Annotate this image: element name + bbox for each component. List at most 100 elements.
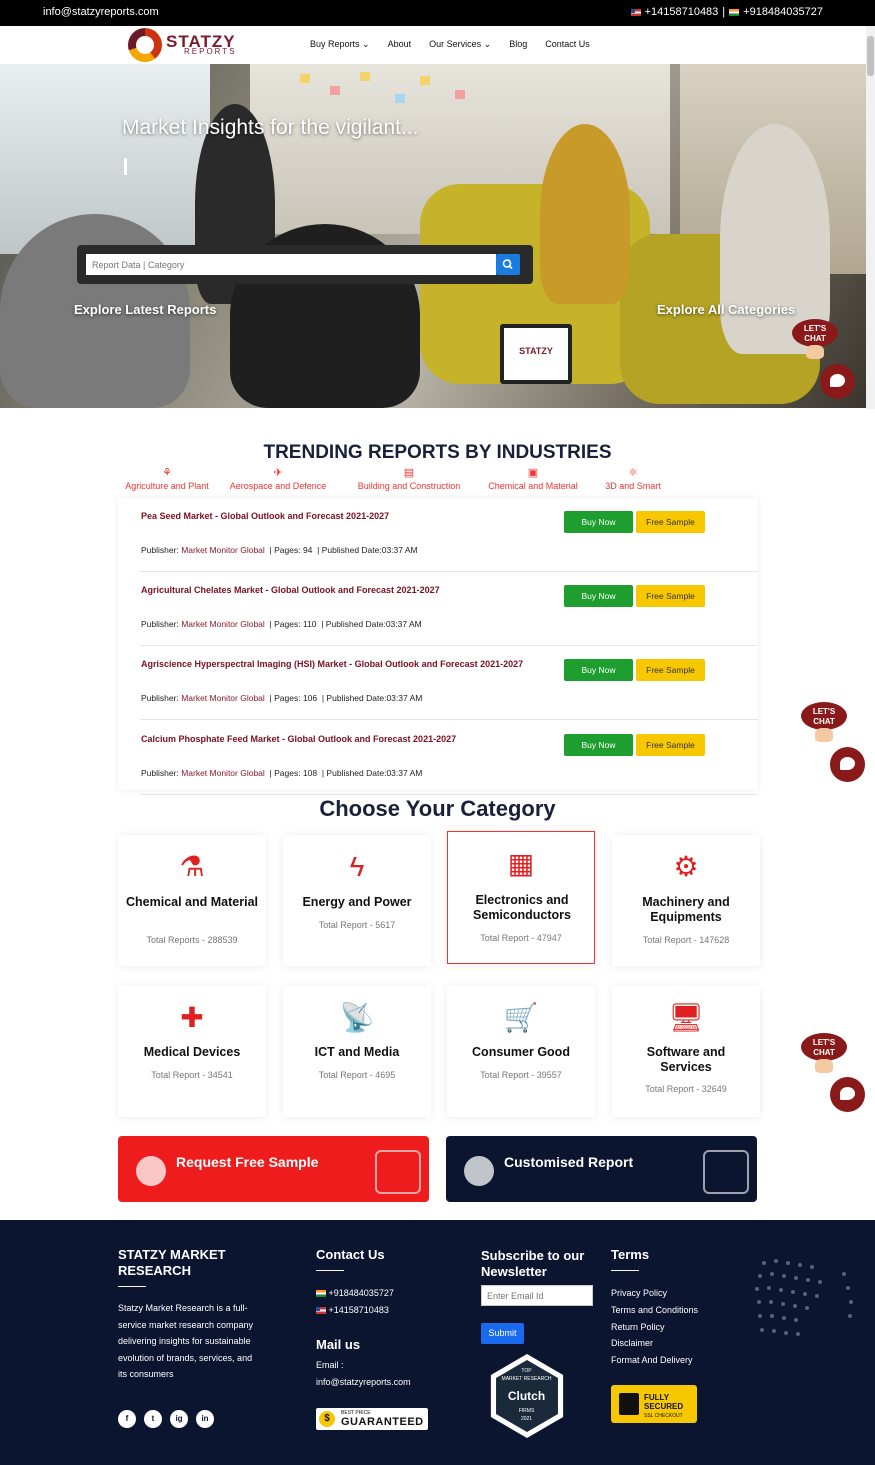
best-price-guaranteed-badge: $ BEST PRICE GUARANTEED — [316, 1408, 428, 1430]
footer-email-link[interactable]: info@statzyreports.com — [316, 1374, 411, 1391]
footer-phone-in[interactable]: +918484035727 — [329, 1288, 394, 1298]
twitter-icon[interactable]: t — [144, 1410, 162, 1428]
publisher-link[interactable]: Market Monitor Global — [181, 768, 265, 778]
top-email-link[interactable]: info@statzyreports.com — [43, 6, 159, 18]
free-sample-button[interactable]: Free Sample — [636, 511, 705, 533]
report-pages: | Pages: 108 — [269, 768, 318, 778]
facebook-icon[interactable]: f — [118, 1410, 136, 1428]
chevron-down-icon: ⌄ — [362, 39, 370, 49]
publisher-link[interactable]: Market Monitor Global — [181, 619, 265, 629]
buy-now-button[interactable]: Buy Now — [564, 511, 633, 533]
nav-our-services[interactable]: Our Services ⌄ — [429, 39, 491, 50]
footer-email-label: Email : — [316, 1360, 344, 1370]
customised-report-button[interactable]: Customised Report — [446, 1136, 757, 1202]
footer-link-privacy-policy[interactable]: Privacy Policy — [611, 1285, 667, 1302]
molecule-icon: ⚛ — [628, 467, 638, 479]
tab-agriculture-and-plant[interactable]: ⚘ Agriculture and Plant — [119, 467, 215, 492]
category-card-ict-and-media[interactable]: 📡 ICT and Media Total Report - 4695 — [283, 986, 431, 1117]
plant-icon: ⚘ — [162, 467, 172, 479]
report-title-link[interactable]: Calcium Phosphate Feed Market - Global O… — [141, 734, 456, 744]
divider — [611, 1270, 639, 1271]
lets-chat-badge[interactable]: LET'S CHAT — [801, 702, 847, 742]
lets-chat-badge[interactable]: LET'S CHAT — [801, 1033, 847, 1073]
lock-icon — [619, 1393, 639, 1415]
nav-about[interactable]: About — [388, 39, 412, 50]
request-free-sample-button[interactable]: Request Free Sample — [118, 1136, 429, 1202]
newsletter-email-input[interactable] — [481, 1285, 593, 1306]
scrollbar[interactable] — [866, 26, 875, 409]
logo-sub: REPORTS — [184, 47, 237, 56]
category-card-software-and-services[interactable]: 🖥 Software and Services Total Report - 3… — [612, 986, 760, 1117]
clutch-name: Clutch — [507, 1389, 546, 1403]
instagram-icon[interactable]: ig — [170, 1410, 188, 1428]
tab-label: Building and Construction — [357, 481, 461, 491]
tab-chemical-and-material[interactable]: ▣ Chemical and Material — [481, 468, 585, 492]
report-date: | Published Date:03:37 AM — [321, 768, 423, 778]
lets-chat-badge[interactable]: LET'S CHAT — [792, 319, 838, 359]
footer-link-disclaimer[interactable]: Disclaimer — [611, 1335, 653, 1352]
nav-buy-reports[interactable]: Buy Reports ⌄ — [310, 39, 370, 50]
category-name: Consumer Good — [472, 1045, 570, 1059]
chat-button[interactable] — [830, 1077, 865, 1112]
publisher-link[interactable]: Market Monitor Global — [181, 545, 265, 555]
chip-icon: ▦ — [507, 848, 535, 879]
tab-aerospace-and-defence[interactable]: ✈ Aerospace and Defence — [222, 468, 334, 492]
publisher-label: Publisher: — [141, 619, 179, 629]
report-title-link[interactable]: Agriscience Hyperspectral Imaging (HSI) … — [141, 659, 523, 669]
buy-now-button[interactable]: Buy Now — [564, 734, 633, 756]
category-card-machinery-and-equipments[interactable]: ⚙ Machinery and Equipments Total Report … — [612, 835, 760, 966]
report-pages: | Pages: 110 — [269, 619, 317, 629]
footer-phone-us[interactable]: +14158710483 — [329, 1305, 389, 1315]
hand-icon — [806, 345, 824, 359]
category-card-chemical-and-material[interactable]: ⚗ Chemical and Material Total Reports - … — [118, 835, 266, 966]
free-sample-button[interactable]: Free Sample — [636, 585, 705, 607]
top-phone-us[interactable]: +14158710483 — [645, 6, 719, 18]
tab-label: 3D and Smart — [605, 481, 661, 491]
category-count: Total Reports - 288539 — [146, 935, 238, 945]
tab-3d-and-smart[interactable]: ⚛ 3D and Smart — [598, 467, 668, 492]
top-phone-in[interactable]: +918484035727 — [743, 6, 823, 18]
category-card-consumer-good[interactable]: 🛒 Consumer Good Total Report - 39557 — [447, 986, 595, 1117]
nav-contact-us[interactable]: Contact Us — [545, 39, 590, 50]
free-sample-button[interactable]: Free Sample — [636, 734, 705, 756]
site-logo[interactable]: STATZY REPORTS — [128, 26, 250, 64]
footer-link-terms-and-conditions[interactable]: Terms and Conditions — [611, 1302, 698, 1319]
footer-link-format-and-delivery[interactable]: Format And Delivery — [611, 1352, 693, 1369]
scrollbar-thumb[interactable] — [867, 36, 874, 76]
report-title-link[interactable]: Pea Seed Market - Global Outlook and For… — [141, 511, 389, 521]
report-date: | Published Date:03:37 AM — [317, 545, 418, 555]
category-card-electronics-and-semiconductors[interactable]: ▦ Electronics and Semiconductors Total R… — [447, 831, 595, 964]
category-card-energy-and-power[interactable]: ϟ Energy and Power Total Report - 5617 — [283, 835, 431, 966]
clutch-mr: MARKET RESEARCH — [501, 1376, 552, 1382]
buy-now-button[interactable]: Buy Now — [564, 585, 633, 607]
publisher-link[interactable]: Market Monitor Global — [181, 693, 265, 703]
tab-label: Agriculture and Plant — [125, 481, 209, 491]
ssl-secured-badge: FULLY SECURED SSL CHECKOUT — [611, 1385, 697, 1423]
nav-blog[interactable]: Blog — [509, 39, 527, 50]
newsletter-submit-button[interactable]: Submit — [481, 1323, 524, 1344]
sticky-note — [360, 72, 370, 81]
chat-button[interactable] — [830, 747, 865, 782]
report-meta: Publisher: Market Monitor Global | Pages… — [141, 545, 418, 555]
report-meta: Publisher: Market Monitor Global | Pages… — [141, 693, 422, 703]
tab-building-and-construction[interactable]: ▤ Building and Construction — [350, 468, 468, 492]
trending-title: TRENDING REPORTS BY INDUSTRIES — [263, 442, 612, 463]
explore-all-categories-link[interactable]: Explore All Categories — [657, 302, 795, 317]
tab-label: Aerospace and Defence — [229, 481, 327, 491]
buy-now-button[interactable]: Buy Now — [564, 659, 633, 681]
report-title-link[interactable]: Agricultural Chelates Market - Global Ou… — [141, 585, 440, 595]
sticky-note — [455, 90, 465, 99]
search-button[interactable] — [496, 254, 520, 275]
explore-latest-reports-link[interactable]: Explore Latest Reports — [74, 302, 216, 317]
report-row: Agricultural Chelates Market - Global Ou… — [140, 572, 758, 646]
search-icon — [502, 259, 513, 270]
linkedin-icon[interactable]: in — [196, 1410, 214, 1428]
lightning-icon: ϟ — [349, 851, 365, 882]
footer-link-return-policy[interactable]: Return Policy — [611, 1319, 665, 1336]
secured-l3: SSL CHECKOUT — [644, 1413, 683, 1419]
chevron-down-icon: ⌄ — [483, 39, 492, 49]
category-card-medical-devices[interactable]: ✚ Medical Devices Total Report - 34541 — [118, 986, 266, 1117]
search-input[interactable] — [86, 254, 496, 275]
chat-button[interactable] — [820, 364, 855, 399]
free-sample-button[interactable]: Free Sample — [636, 659, 705, 681]
